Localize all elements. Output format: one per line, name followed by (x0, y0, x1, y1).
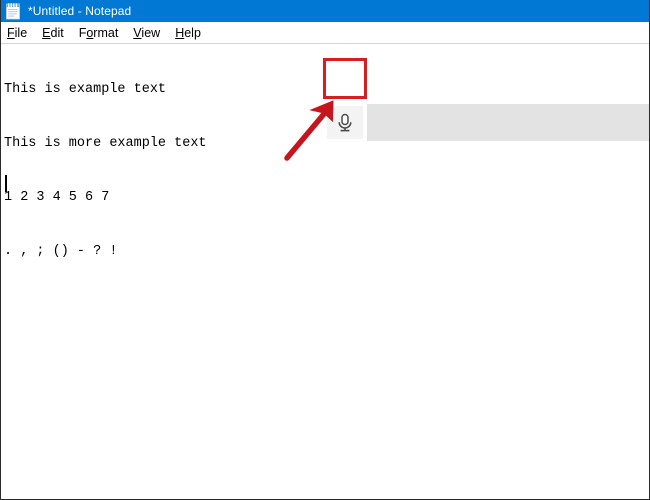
menu-rest-help: elp (184, 25, 201, 40)
text-caret (5, 175, 7, 192)
menu-accel-edit: E (42, 25, 51, 40)
notepad-icon (5, 2, 22, 20)
dictation-toolbar-band (367, 104, 649, 141)
document-text: This is example text This is more exampl… (4, 45, 207, 405)
menu-accel-help: H (175, 25, 185, 40)
text-line (4, 351, 207, 369)
microphone-icon (336, 113, 354, 133)
menu-rest-file: ile (14, 25, 28, 40)
menu-item-format[interactable]: Format (79, 26, 119, 40)
menu-rest-edit: dit (50, 25, 64, 40)
menu-rest-view: iew (141, 25, 161, 40)
notepad-window: *Untitled - Notepad File Edit Format Vie… (0, 0, 650, 500)
menu-item-edit[interactable]: Edit (42, 26, 64, 40)
menu-item-file[interactable]: File (7, 26, 27, 40)
dictation-mic-button[interactable] (327, 106, 363, 139)
window-title: *Untitled - Notepad (28, 4, 132, 18)
text-line: This is example text (4, 82, 167, 97)
text-edit-area[interactable]: This is example text This is more exampl… (1, 44, 649, 499)
menu-bar: File Edit Format View Help (1, 22, 649, 43)
menu-rest-format: rmat (93, 25, 119, 40)
text-line: This is more example text (4, 136, 207, 151)
text-line (4, 297, 207, 315)
menu-accel-file: F (7, 25, 15, 40)
text-line: 1 2 3 4 5 6 7 (4, 190, 110, 205)
menu-item-view[interactable]: View (133, 26, 160, 40)
text-line: . , ; () - ? ! (4, 244, 118, 259)
title-bar[interactable]: *Untitled - Notepad (1, 0, 649, 22)
menu-item-help[interactable]: Help (175, 26, 201, 40)
